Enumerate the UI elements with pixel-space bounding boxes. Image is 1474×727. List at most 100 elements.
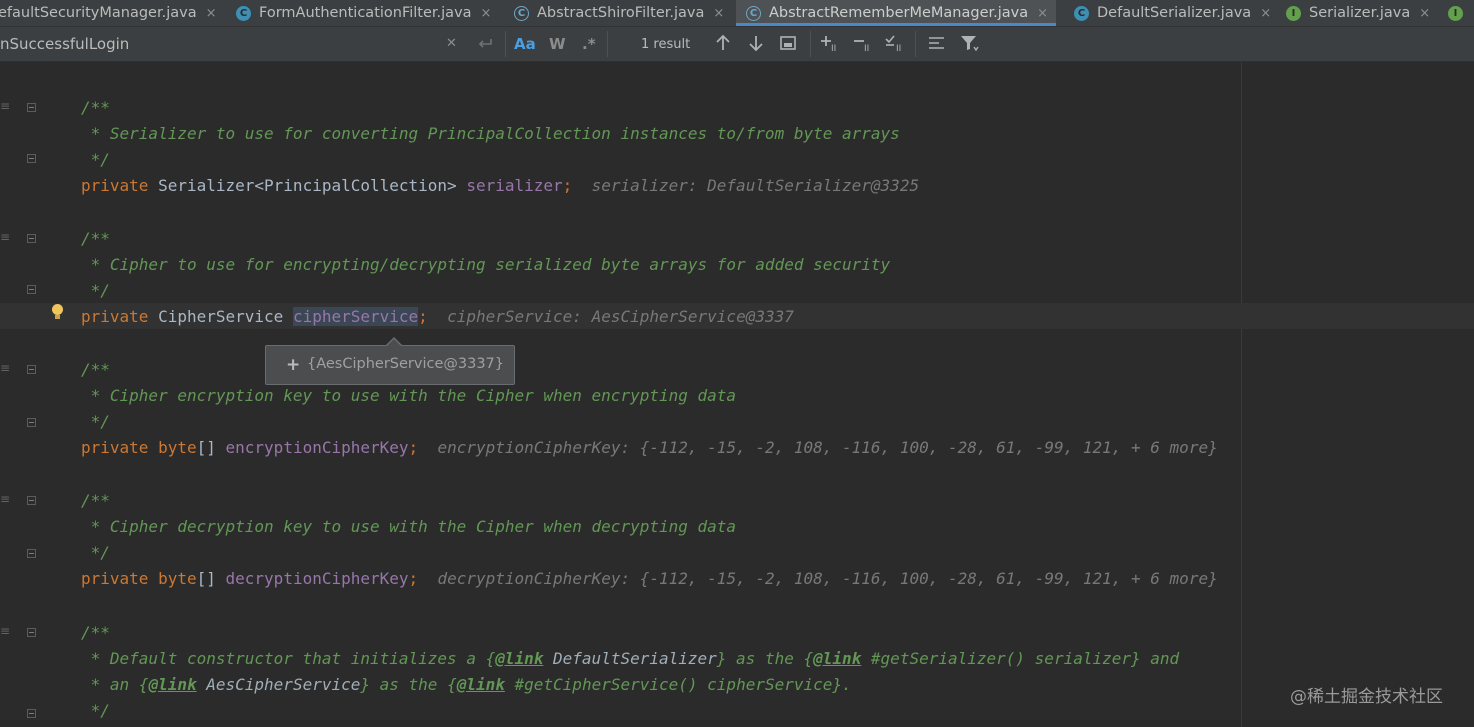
fold-marker[interactable] — [27, 709, 36, 718]
class-icon: C — [1074, 5, 1089, 21]
lightbulb-icon[interactable] — [51, 304, 63, 320]
fold-marker[interactable] — [27, 234, 36, 243]
tab-default-serializer[interactable]: C DefaultSerializer.java × — [1074, 0, 1271, 26]
tab-label: efaultSecurityManager.java — [0, 5, 197, 21]
doc-comment-close: */ — [81, 412, 110, 431]
tab-form-authentication-filter[interactable]: C FormAuthenticationFilter.java × — [236, 0, 491, 26]
regex-button[interactable]: .* — [582, 27, 596, 61]
class-icon: C — [236, 5, 251, 21]
filter-results-icon[interactable] — [927, 27, 947, 61]
link-reference[interactable]: AesCipherService — [197, 675, 360, 694]
watermark: @稀土掘金技术社区 — [1290, 687, 1443, 707]
keyword: private — [81, 307, 149, 326]
debug-value-popup[interactable]: + {AesCipherService@3337} — [265, 337, 515, 385]
doc-comment-icon: ≡ — [0, 361, 11, 375]
next-occurrence-icon[interactable] — [747, 27, 765, 61]
fold-marker[interactable] — [27, 154, 36, 163]
tab-serializer[interactable]: I Serializer.java × — [1286, 0, 1430, 26]
field-declaration-encryption-key: private byte[] encryptionCipherKey; encr… — [81, 435, 1218, 461]
doc-text: * Default constructor that initializes a… — [81, 649, 496, 668]
doc-comment-open: /** — [81, 229, 110, 248]
previous-occurrence-icon[interactable] — [714, 27, 732, 61]
field-name: serializer — [466, 176, 563, 195]
type-keyword: byte — [148, 569, 197, 588]
tab-overflow[interactable]: I — [1448, 0, 1471, 26]
debug-inline-value: decryptionCipherKey: {-112, -15, -2, 108… — [437, 569, 1218, 588]
close-icon[interactable]: × — [1260, 6, 1271, 21]
type-name: CipherService — [148, 307, 293, 326]
field-name[interactable]: cipherService — [292, 307, 419, 326]
clear-search-icon[interactable]: ✕ — [446, 27, 457, 61]
link-reference[interactable]: DefaultSerializer — [543, 649, 717, 668]
keyword: private — [81, 176, 149, 195]
doc-text: * an { — [81, 675, 149, 694]
type-name: [] — [196, 569, 226, 588]
tab-abstract-shiro-filter[interactable]: C AbstractShiroFilter.java × — [514, 0, 724, 26]
link-tag: @link — [813, 649, 862, 668]
doc-comment-line: * Serializer to use for converting Princ… — [81, 124, 900, 143]
close-icon[interactable]: × — [1037, 6, 1048, 21]
interface-icon: I — [1286, 5, 1301, 21]
type-name: Serializer<PrincipalCollection> — [148, 176, 467, 195]
fold-marker[interactable] — [27, 103, 36, 112]
svg-text:II: II — [831, 44, 836, 52]
debug-inline-value: encryptionCipherKey: {-112, -15, -2, 108… — [437, 438, 1218, 457]
select-occurrences-icon[interactable]: II — [884, 27, 906, 61]
popup-arrow-fill — [386, 339, 402, 347]
separator — [505, 31, 506, 57]
link-tag: @link — [456, 675, 505, 694]
fold-marker[interactable] — [27, 549, 36, 558]
debug-inline-value: cipherService: AesCipherService@3337 — [447, 307, 794, 326]
popup-value: {AesCipherService@3337} — [307, 356, 505, 372]
editor-tab-bar: efaultSecurityManager.java × C FormAuthe… — [0, 0, 1474, 27]
doc-text: #getCipherService() cipherService}. — [504, 675, 852, 694]
tab-default-security-manager[interactable]: efaultSecurityManager.java × — [0, 0, 216, 26]
debug-inline-value: serializer: DefaultSerializer@3325 — [591, 176, 920, 195]
remove-occurrence-icon[interactable]: II — [852, 27, 874, 61]
close-icon[interactable]: × — [713, 6, 724, 21]
semicolon: ; — [408, 438, 419, 457]
tab-abstract-remember-me-manager[interactable]: C AbstractRememberMeManager.java × — [736, 0, 1057, 26]
doc-comment-line: * Cipher decryption key to use with the … — [81, 517, 737, 536]
close-icon[interactable]: × — [481, 6, 492, 21]
fold-marker[interactable] — [27, 418, 36, 427]
close-icon[interactable]: × — [1419, 6, 1430, 21]
fold-marker[interactable] — [27, 496, 36, 505]
add-occurrence-icon[interactable]: II — [819, 27, 841, 61]
expand-icon[interactable]: + — [286, 355, 300, 375]
doc-comment-open: /** — [81, 360, 110, 379]
doc-comment-close: */ — [81, 281, 110, 300]
fold-marker[interactable] — [27, 285, 36, 294]
doc-comment-open: /** — [81, 98, 110, 117]
fold-marker[interactable] — [27, 365, 36, 374]
select-all-occurrences-icon[interactable] — [779, 27, 797, 61]
doc-comment-line: * an {@link AesCipherService} as the {@l… — [81, 672, 852, 698]
keyword: private — [81, 438, 149, 457]
type-name: [] — [196, 438, 226, 457]
doc-comment-open: /** — [81, 623, 110, 642]
new-line-icon[interactable] — [476, 27, 494, 61]
doc-text: } as the { — [716, 649, 814, 668]
tab-label: Serializer.java — [1309, 5, 1411, 21]
field-declaration-cipher-service: private CipherService cipherService; cip… — [81, 304, 794, 330]
fold-marker[interactable] — [27, 628, 36, 637]
whole-words-button[interactable]: W — [549, 27, 566, 61]
close-icon[interactable]: × — [206, 6, 217, 21]
abstract-class-icon: C — [514, 5, 529, 21]
doc-comment-icon: ≡ — [0, 230, 11, 244]
doc-comment-icon: ≡ — [0, 99, 11, 113]
filter-icon[interactable] — [959, 27, 981, 61]
tab-label: DefaultSerializer.java — [1097, 5, 1252, 21]
match-case-button[interactable]: Aa — [514, 27, 536, 61]
doc-comment-close: */ — [81, 543, 110, 562]
code-editor[interactable]: ≡ ≡ ≡ ≡ ≡ /** * Serializer to use for co… — [0, 62, 1474, 727]
search-input[interactable]: nSuccessfulLogin — [0, 27, 508, 61]
semicolon: ; — [418, 307, 428, 326]
semicolon: ; — [408, 569, 419, 588]
link-tag: @link — [495, 649, 544, 668]
abstract-class-icon: C — [746, 5, 761, 21]
separator — [915, 31, 916, 57]
doc-comment-line: * Cipher encryption key to use with the … — [81, 386, 737, 405]
tab-label: AbstractShiroFilter.java — [537, 5, 705, 21]
doc-text: } as the { — [360, 675, 457, 694]
